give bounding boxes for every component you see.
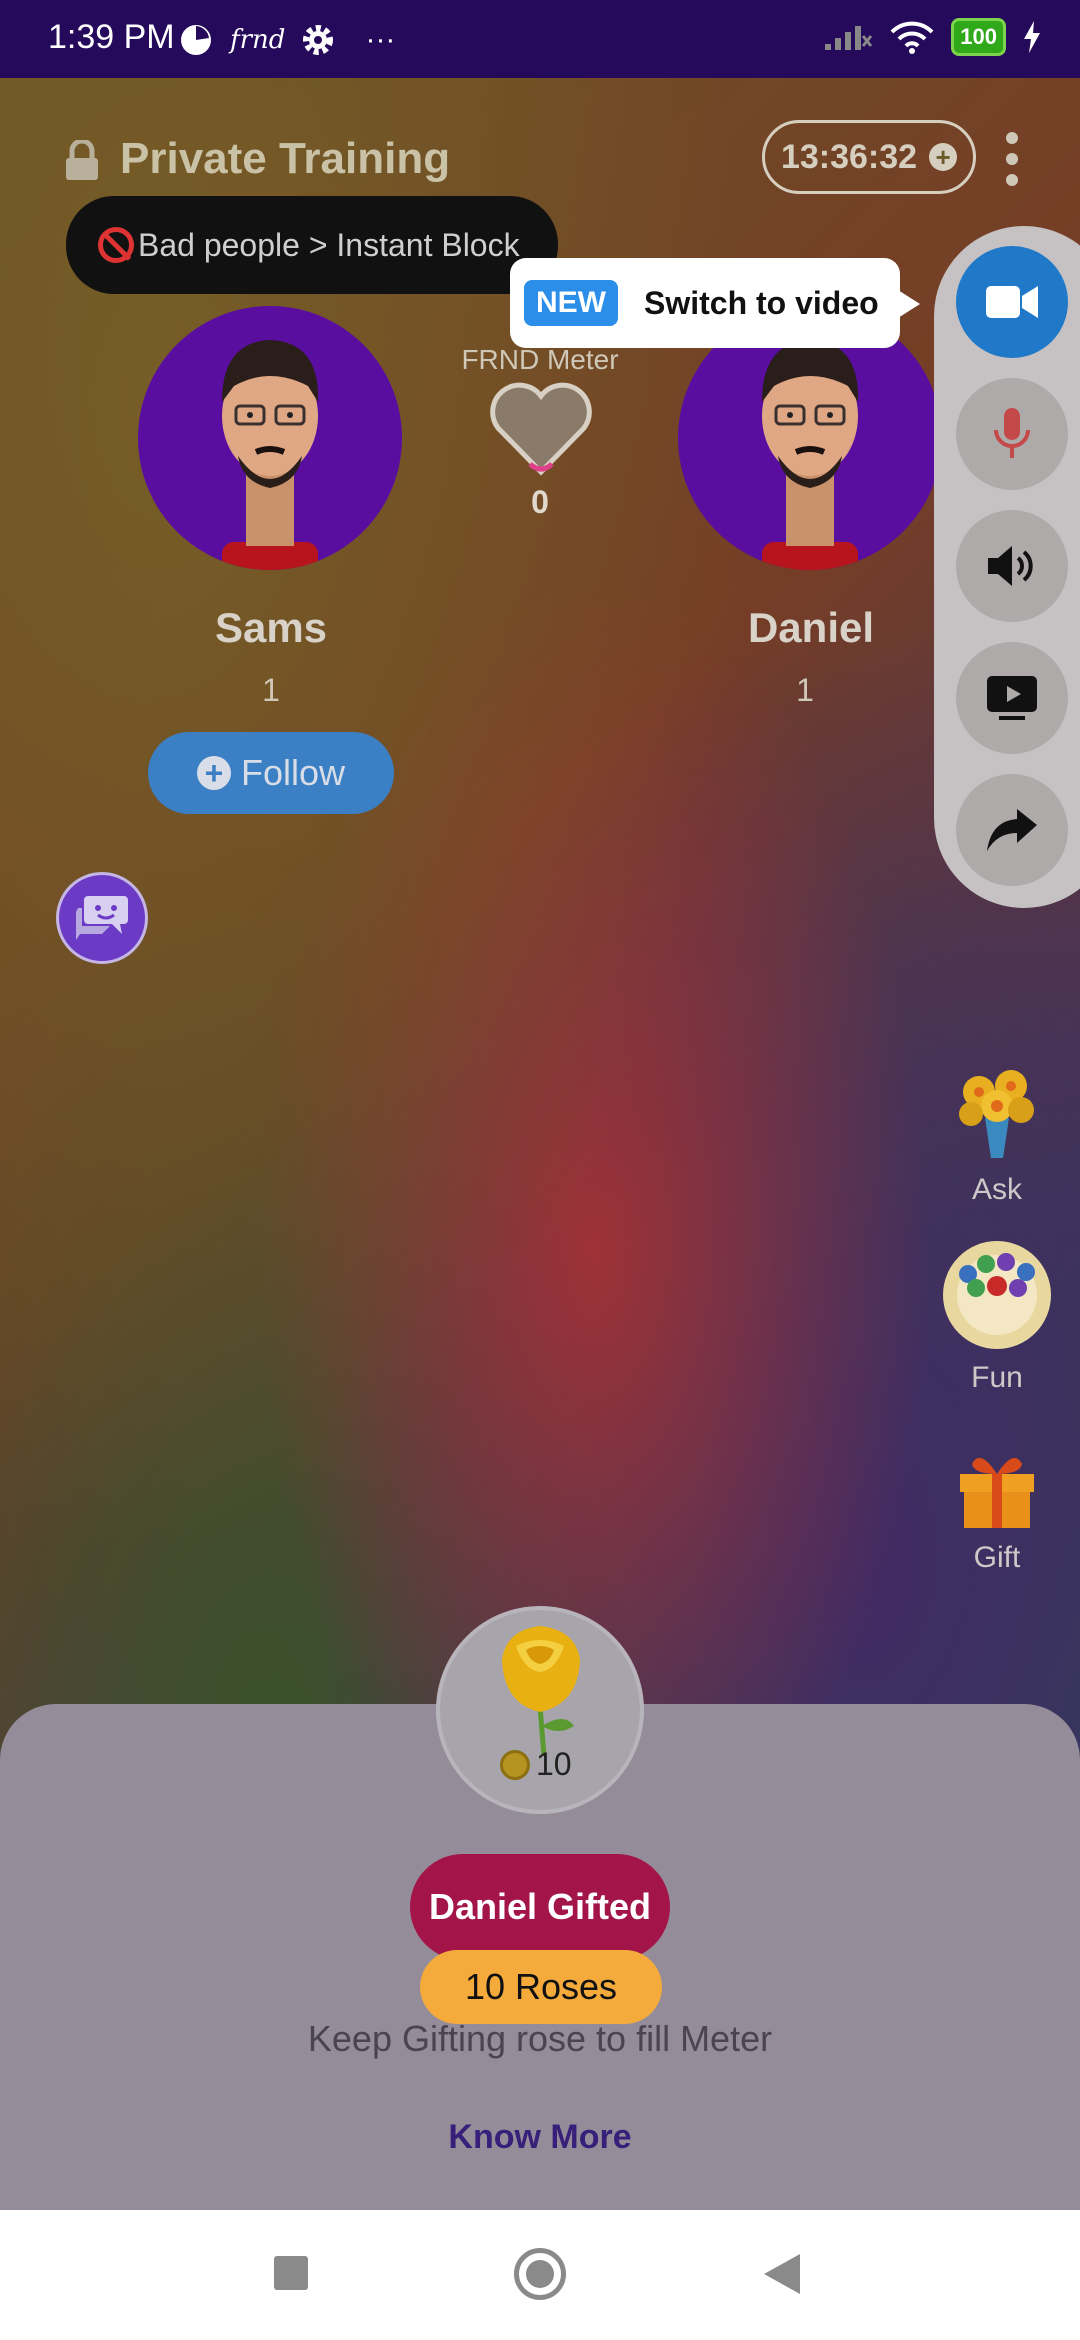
add-time-icon: + — [929, 143, 958, 171]
tooltip-text: Switch to video — [644, 284, 879, 321]
chat-button[interactable] — [56, 872, 148, 964]
gift-feature-button[interactable]: Gift — [930, 1444, 1064, 1575]
user-name-daniel: Daniel — [747, 604, 875, 651]
more-notifications-icon: ··· — [365, 23, 396, 56]
timer-app-icon — [181, 25, 211, 55]
share-button[interactable] — [956, 774, 1068, 886]
new-badge: NEW — [524, 280, 618, 326]
recents-button[interactable] — [274, 2256, 308, 2290]
frnd-app-icon: frnd — [230, 25, 286, 55]
mic-button[interactable] — [956, 378, 1068, 490]
home-button[interactable] — [514, 2248, 566, 2300]
rose-price-value: 10 — [536, 1746, 572, 1782]
status-system-icons: 100 — [823, 18, 1042, 56]
status-bar: 1:39 PM frnd ··· 100 — [0, 0, 1080, 78]
settings-gear-icon — [303, 25, 334, 55]
charging-bolt-icon — [1024, 21, 1040, 53]
avatar-illustration — [222, 340, 319, 570]
signal-icon — [825, 26, 873, 50]
room-timer-button[interactable]: 13:36:32 + — [762, 120, 976, 194]
mic-icon — [994, 408, 1030, 458]
chat-bubble-icon — [76, 896, 128, 940]
video-icon — [986, 286, 1038, 318]
gift-label: Gift — [973, 1541, 1021, 1574]
coin-icon — [500, 1749, 530, 1780]
user-count-daniel: 1 — [796, 672, 814, 708]
ask-label: Ask — [971, 1173, 1022, 1206]
plus-icon: + — [196, 756, 231, 790]
frnd-meter-value: 0 — [531, 484, 549, 520]
speaker-button[interactable] — [956, 510, 1068, 622]
banner-text: Bad people > Instant Block — [138, 226, 520, 263]
know-more-link[interactable]: Know More — [0, 2118, 1080, 2157]
timer-value: 13:36:32 — [780, 137, 918, 176]
user-count-sams: 1 — [262, 672, 280, 708]
youtube-button[interactable] — [956, 642, 1068, 754]
gifted-notification: Daniel Gifted — [410, 1854, 670, 1960]
no-entry-icon — [98, 227, 134, 263]
status-notification-icons: frnd ··· — [178, 22, 395, 58]
status-time: 1:39 PM — [48, 18, 175, 56]
more-options-icon[interactable] — [1000, 132, 1024, 188]
ask-feature-button[interactable]: Ask — [930, 1062, 1064, 1207]
share-icon — [987, 809, 1037, 851]
frnd-meter-heart-icon[interactable] — [488, 378, 594, 478]
rose-price: 10 — [500, 1746, 572, 1783]
frnd-meter-label: FRND Meter — [461, 344, 619, 375]
gift-box-icon — [960, 1457, 1034, 1528]
user-avatar-sams[interactable] — [138, 306, 402, 570]
switch-video-button[interactable] — [956, 246, 1068, 358]
switch-video-tooltip[interactable]: NEW Switch to video — [510, 258, 920, 348]
follow-label: Follow — [240, 752, 346, 793]
wifi-icon — [890, 21, 934, 54]
battery-indicator: 100 — [951, 18, 1006, 56]
back-button[interactable] — [764, 2254, 800, 2294]
youtube-icon — [987, 676, 1037, 720]
follow-button[interactable]: + Follow — [148, 732, 394, 814]
fun-label: Fun — [971, 1361, 1023, 1394]
lock-icon — [66, 140, 98, 180]
fun-feature-button[interactable]: Fun — [930, 1240, 1064, 1395]
flower-bouquet-icon — [959, 1070, 1034, 1158]
user-name-sams: Sams — [214, 604, 328, 651]
gift-subtitle: Keep Gifting rose to fill Meter — [307, 2018, 773, 2059]
roses-amount-badge: 10 Roses — [420, 1950, 662, 2024]
room-title: Private Training — [120, 134, 451, 183]
speaker-icon — [988, 546, 1033, 586]
game-balls-icon — [943, 1241, 1051, 1349]
rose-icon — [502, 1626, 580, 1756]
block-warning-banner: Bad people > Instant Block — [66, 196, 558, 294]
